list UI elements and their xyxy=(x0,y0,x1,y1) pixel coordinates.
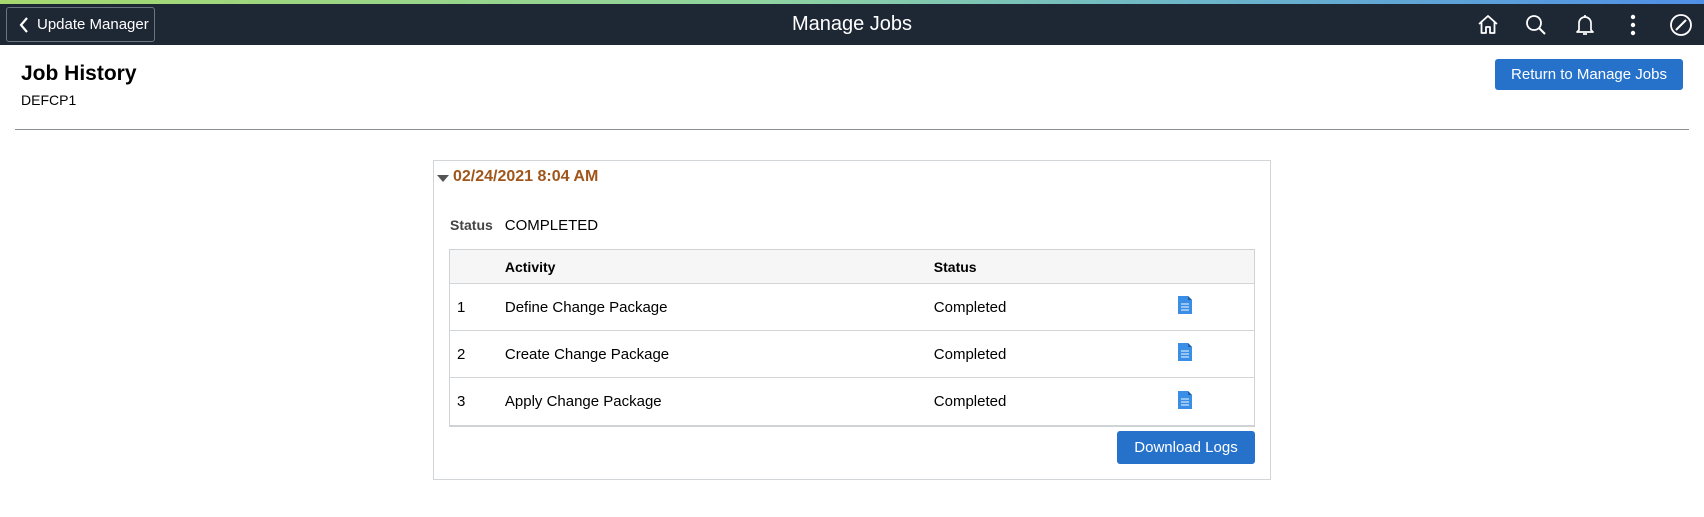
more-actions-button[interactable] xyxy=(1619,11,1647,39)
job-history-card: 02/24/2021 8:04 AM Status COMPLETED Acti… xyxy=(433,160,1271,480)
more-vertical-icon xyxy=(1630,14,1636,36)
column-header-activity: Activity xyxy=(504,258,556,275)
activity-name: Define Change Package xyxy=(504,298,668,316)
search-button[interactable] xyxy=(1522,11,1550,39)
notifications-button[interactable] xyxy=(1571,11,1599,39)
activity-status: Completed xyxy=(933,393,1007,410)
row-number: 2 xyxy=(457,345,466,363)
table-header: Activity Status xyxy=(450,250,1254,284)
back-button[interactable]: Update Manager xyxy=(6,7,155,42)
status-label: Status xyxy=(450,217,493,233)
document-icon[interactable] xyxy=(1178,390,1193,413)
compass-icon xyxy=(1670,14,1692,36)
activity-status: Completed xyxy=(933,298,1007,316)
navigator-button[interactable] xyxy=(1667,11,1695,39)
caret-down-icon xyxy=(437,174,449,182)
status-value: COMPLETED xyxy=(504,217,599,234)
back-button-label: Update Manager xyxy=(37,16,149,33)
row-number: 3 xyxy=(457,393,466,410)
activity-table: Activity Status 1 Define Change Package … xyxy=(449,249,1255,427)
divider xyxy=(15,129,1689,130)
job-run-collapsible-header[interactable]: 02/24/2021 8:04 AM xyxy=(437,168,598,186)
download-logs-button[interactable]: Download Logs xyxy=(1117,431,1255,464)
page-title: Job History xyxy=(21,62,137,85)
table-row: 3 Apply Change Package Completed xyxy=(450,378,1254,425)
home-button[interactable] xyxy=(1474,11,1502,39)
chevron-left-icon xyxy=(19,16,28,33)
bell-icon xyxy=(1576,15,1594,35)
return-to-manage-jobs-button[interactable]: Return to Manage Jobs xyxy=(1495,59,1683,90)
activity-name: Apply Change Package xyxy=(504,393,662,410)
document-icon[interactable] xyxy=(1178,296,1193,318)
row-number: 1 xyxy=(457,298,466,316)
page-header-title: Manage Jobs xyxy=(791,13,913,35)
search-icon xyxy=(1526,15,1546,35)
table-row: 2 Create Change Package Completed xyxy=(450,331,1254,378)
document-icon[interactable] xyxy=(1178,343,1193,365)
app-header: Update Manager Manage Jobs xyxy=(0,4,1704,45)
job-status-row: Status COMPLETED xyxy=(450,217,598,234)
job-code: DEFCP1 xyxy=(21,92,77,108)
job-run-datetime: 02/24/2021 8:04 AM xyxy=(453,168,599,185)
activity-status: Completed xyxy=(933,345,1007,363)
column-header-status: Status xyxy=(933,258,977,275)
activity-name: Create Change Package xyxy=(504,345,670,363)
home-icon xyxy=(1478,15,1498,34)
table-row: 1 Define Change Package Completed xyxy=(450,284,1254,331)
